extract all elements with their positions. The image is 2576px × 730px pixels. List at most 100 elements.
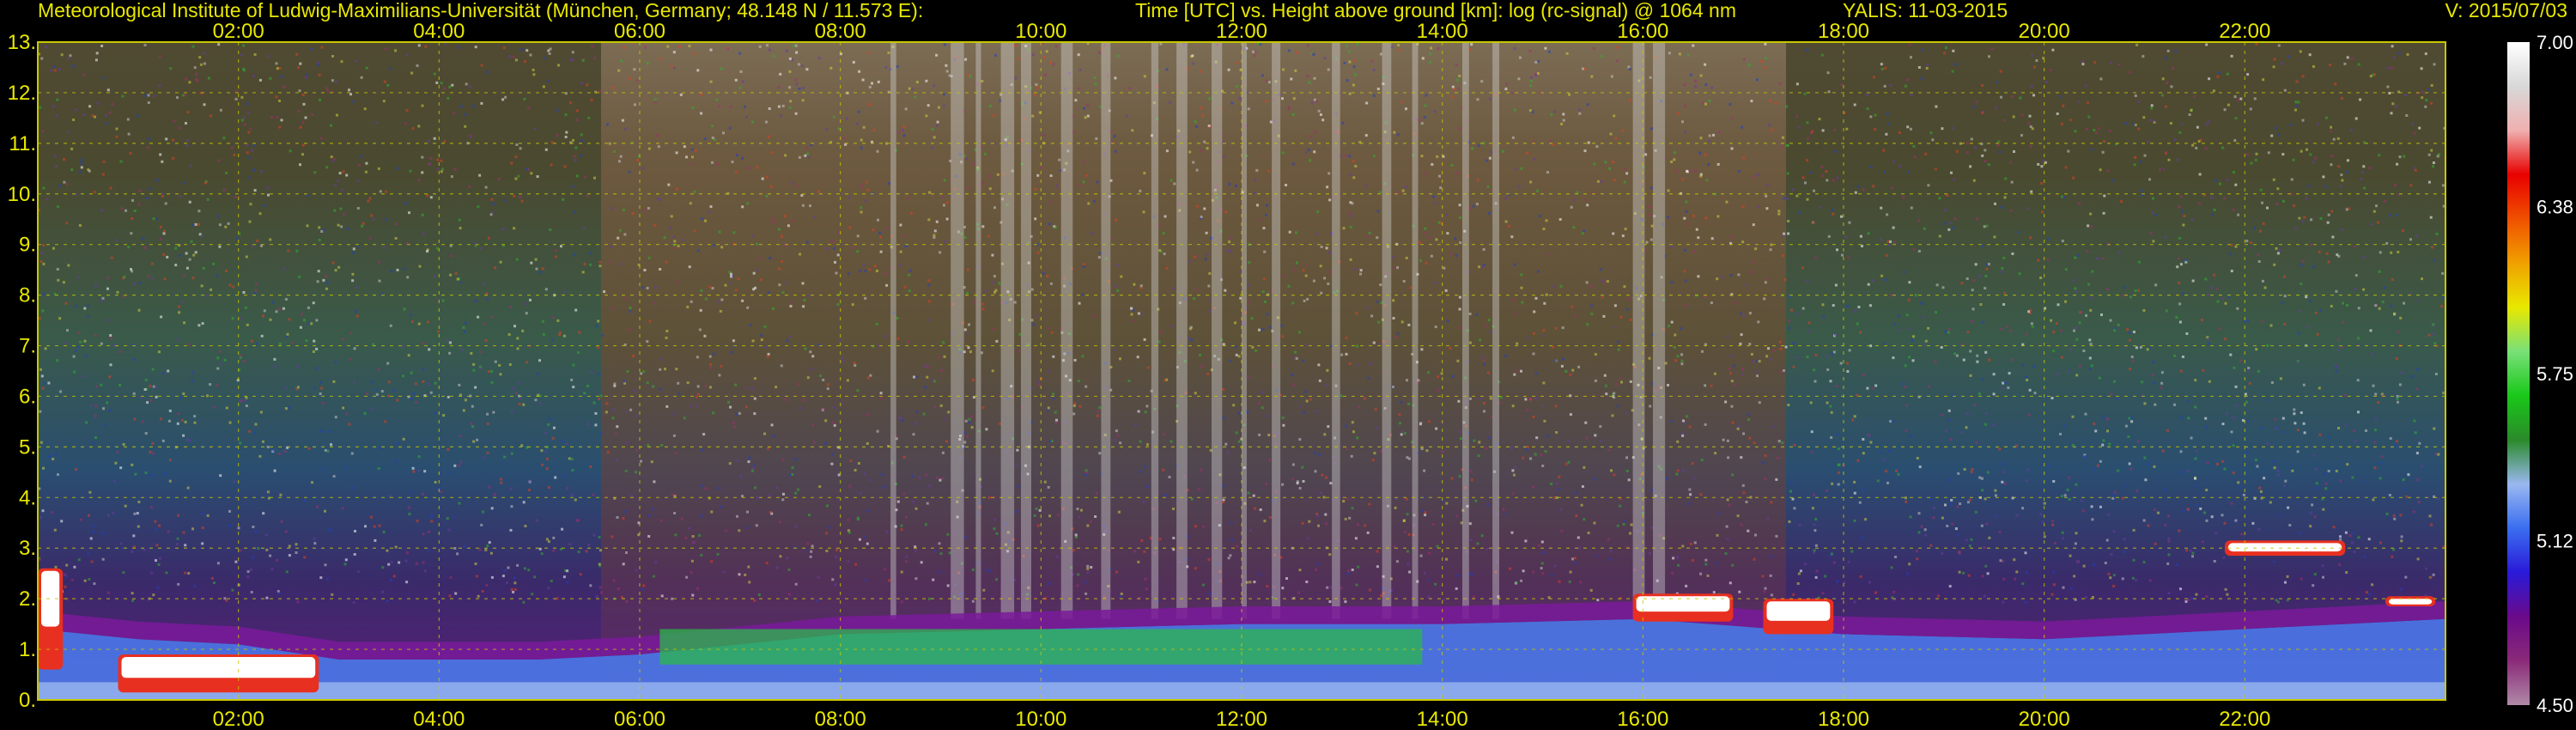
noise-speck xyxy=(597,319,600,323)
noise-speck xyxy=(1081,293,1084,296)
noise-speck xyxy=(1827,234,1831,238)
noise-speck xyxy=(927,279,931,283)
noise-speck xyxy=(718,487,721,490)
noise-speck xyxy=(1114,76,1117,80)
noise-speck xyxy=(687,526,690,530)
noise-speck xyxy=(1307,148,1310,151)
noise-speck xyxy=(266,446,270,448)
noise-speck xyxy=(2128,331,2131,334)
noise-speck xyxy=(509,528,513,532)
noise-speck xyxy=(1893,323,1896,326)
noise-speck xyxy=(131,599,135,602)
noise-speck xyxy=(1697,236,1700,240)
noise-speck xyxy=(836,231,840,234)
noise-speck xyxy=(1676,440,1680,443)
noise-speck xyxy=(711,287,714,290)
noise-speck xyxy=(1401,189,1405,192)
noise-speck xyxy=(218,350,222,353)
noise-speck xyxy=(2186,469,2190,472)
noise-speck xyxy=(133,210,137,212)
noise-speck xyxy=(148,137,151,140)
noise-speck xyxy=(2084,596,2087,599)
noise-speck xyxy=(2117,251,2121,254)
noise-speck xyxy=(1529,457,1532,460)
noise-speck xyxy=(510,161,513,165)
noise-speck xyxy=(203,103,206,106)
noise-speck xyxy=(386,599,389,602)
noise-speck xyxy=(1595,554,1598,557)
noise-speck xyxy=(1985,224,1989,228)
noise-speck xyxy=(446,339,449,342)
noise-speck xyxy=(868,478,872,482)
noise-speck xyxy=(2397,400,2399,404)
noise-speck xyxy=(65,222,69,225)
noise-speck xyxy=(1305,344,1309,347)
noise-speck xyxy=(598,397,601,400)
noise-speck xyxy=(2324,482,2328,485)
noise-speck xyxy=(515,258,519,261)
noise-speck xyxy=(581,271,585,274)
noise-speck xyxy=(1975,100,1978,104)
noise-speck xyxy=(1365,101,1369,105)
noise-speck xyxy=(550,163,553,167)
noise-speck xyxy=(1323,57,1327,60)
noise-speck xyxy=(2392,514,2396,517)
noise-speck xyxy=(933,549,937,552)
noise-speck xyxy=(1947,328,1951,332)
noise-speck xyxy=(67,264,70,267)
noise-speck xyxy=(1098,406,1102,410)
noise-speck xyxy=(1555,431,1558,434)
noise-speck xyxy=(454,592,458,595)
noise-speck xyxy=(1795,194,1799,198)
noise-speck xyxy=(2393,56,2397,59)
noise-speck xyxy=(988,105,992,107)
noise-speck xyxy=(2391,278,2394,281)
noise-speck xyxy=(1819,205,1822,209)
noise-speck xyxy=(107,591,111,594)
noise-speck xyxy=(778,283,781,287)
noise-speck xyxy=(1208,298,1212,301)
noise-speck xyxy=(1669,245,1673,248)
noise-speck xyxy=(2234,245,2238,248)
noise-speck xyxy=(2339,535,2342,538)
noise-speck xyxy=(94,436,97,440)
noise-speck xyxy=(459,460,463,464)
noise-speck xyxy=(1594,379,1597,382)
noise-speck xyxy=(1429,61,1432,64)
noise-speck xyxy=(2437,497,2440,501)
noise-speck xyxy=(1261,290,1265,294)
noise-speck xyxy=(2245,451,2249,454)
noise-speck xyxy=(674,452,677,455)
noise-speck xyxy=(1590,312,1594,315)
noise-speck xyxy=(681,238,684,241)
noise-speck xyxy=(392,575,396,578)
noise-speck xyxy=(1861,245,1863,247)
noise-speck xyxy=(1510,235,1514,239)
noise-speck xyxy=(157,350,161,354)
noise-speck xyxy=(62,281,65,284)
plot-area xyxy=(38,42,2445,700)
noise-speck xyxy=(625,441,629,445)
noise-speck xyxy=(382,100,386,103)
noise-speck xyxy=(1908,563,1911,566)
noise-speck xyxy=(2010,180,2014,184)
noise-speck xyxy=(1837,464,1840,466)
noise-speck xyxy=(2085,127,2088,131)
noise-speck xyxy=(386,362,390,365)
noise-speck xyxy=(1187,534,1190,538)
noise-speck xyxy=(143,44,147,46)
noise-speck xyxy=(785,49,788,52)
noise-speck xyxy=(1731,421,1735,424)
noise-speck xyxy=(447,395,450,398)
noise-speck xyxy=(1091,232,1093,235)
noise-speck xyxy=(1420,122,1424,125)
noise-speck xyxy=(1609,132,1613,136)
noise-speck xyxy=(1399,422,1401,425)
noise-speck xyxy=(1427,579,1431,582)
noise-speck xyxy=(2059,433,2062,435)
noise-speck xyxy=(1526,448,1528,452)
noise-speck xyxy=(698,328,702,332)
noise-speck xyxy=(1990,47,1994,51)
noise-speck xyxy=(1546,435,1549,438)
noise-speck xyxy=(677,244,680,247)
